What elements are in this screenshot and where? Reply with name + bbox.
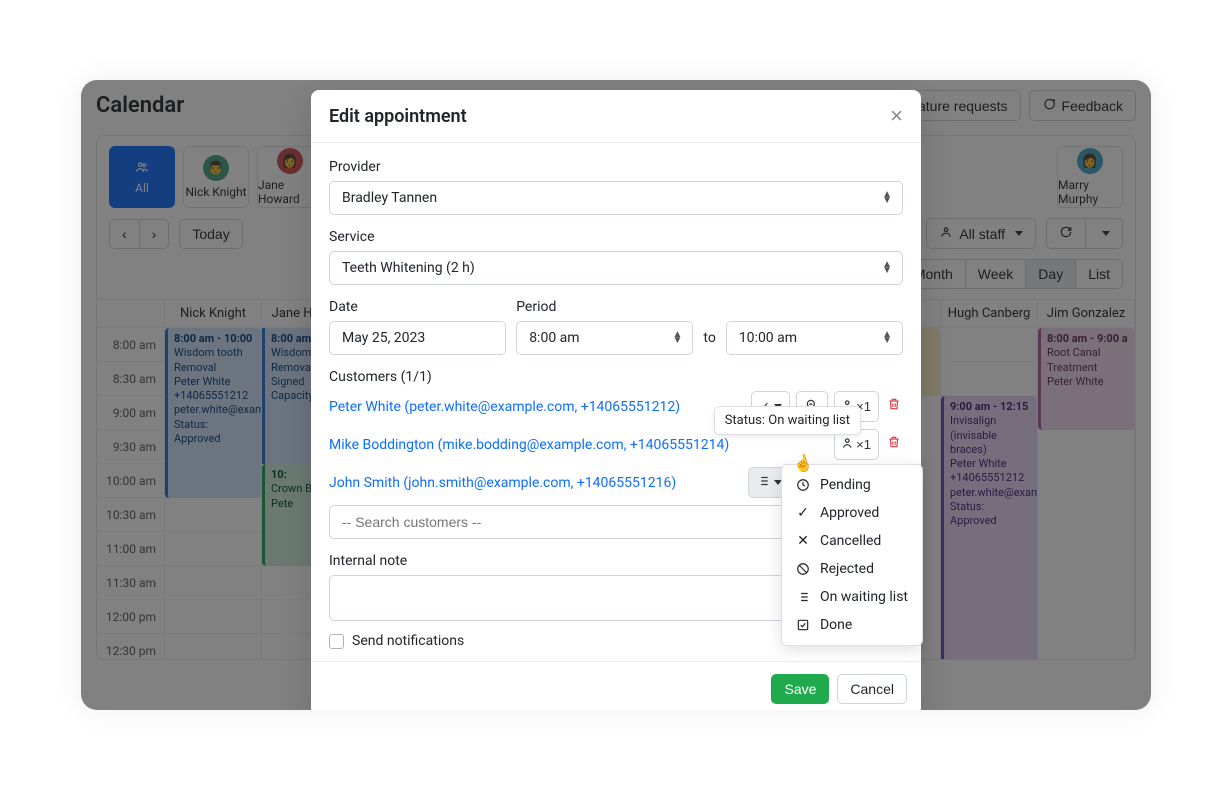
select-stepper-icon: ▲▼ [882,192,892,204]
x-icon: ✕ [796,533,810,549]
select-stepper-icon: ▲▼ [882,332,892,344]
status-option-cancelled[interactable]: ✕ Cancelled [782,527,922,555]
customers-label: Customers (1/1) [329,369,903,385]
period-from-select[interactable]: 8:00 am ▲▼ [516,321,693,355]
service-select[interactable]: Teeth Whitening (2 h) ▲▼ [329,251,903,285]
status-tooltip: Status: On waiting list [714,406,861,435]
status-option-rejected[interactable]: Rejected [782,555,922,583]
clock-icon [796,478,810,492]
trash-icon [887,398,901,415]
person-icon [842,436,856,453]
period-to-label: to [703,330,715,355]
provider-value: Bradley Tannen [342,190,437,206]
select-stepper-icon: ▲▼ [882,262,892,274]
status-option-pending[interactable]: Pending [782,471,922,499]
cancel-button[interactable]: Cancel [837,674,907,704]
date-label: Date [329,299,506,315]
period-label: Period [516,299,693,315]
list-icon [756,474,770,491]
remove-customer-button[interactable] [885,435,903,454]
status-dropdown-menu: Pending ✓ Approved ✕ Cancelled Rejected … [781,464,923,646]
date-value: May 25, 2023 [342,330,425,346]
close-button[interactable]: × [890,105,903,127]
status-option-waiting[interactable]: On waiting list [782,583,922,611]
status-option-approved[interactable]: ✓ Approved [782,499,922,527]
provider-select[interactable]: Bradley Tannen ▲▼ [329,181,903,215]
close-icon: × [890,103,903,128]
save-button[interactable]: Save [771,674,829,704]
period-to-value: 10:00 am [739,330,797,346]
trash-icon [887,436,901,453]
provider-label: Provider [329,159,903,175]
service-value: Teeth Whitening (2 h) [342,260,475,276]
select-stepper-icon: ▲▼ [672,332,682,344]
period-to-select[interactable]: 10:00 am ▲▼ [726,321,903,355]
status-option-done[interactable]: Done [782,611,922,639]
modal-title: Edit appointment [329,106,467,127]
checkbox-icon [796,618,810,632]
person-count: ×1 [856,437,871,452]
customer-link[interactable]: Peter White (peter.white@example.com, +1… [329,399,745,415]
list-icon [796,590,810,604]
send-notifications-label: Send notifications [352,633,464,649]
customer-link[interactable]: John Smith (john.smith@example.com, +140… [329,475,742,491]
check-icon: ✓ [796,505,810,521]
remove-customer-button[interactable] [885,397,903,416]
date-input[interactable]: May 25, 2023 [329,321,506,355]
customer-link[interactable]: Mike Boddington (mike.bodding@example.co… [329,437,828,453]
send-notifications-checkbox[interactable] [329,634,344,649]
service-label: Service [329,229,903,245]
ban-icon [796,562,810,576]
period-from-value: 8:00 am [529,330,579,346]
